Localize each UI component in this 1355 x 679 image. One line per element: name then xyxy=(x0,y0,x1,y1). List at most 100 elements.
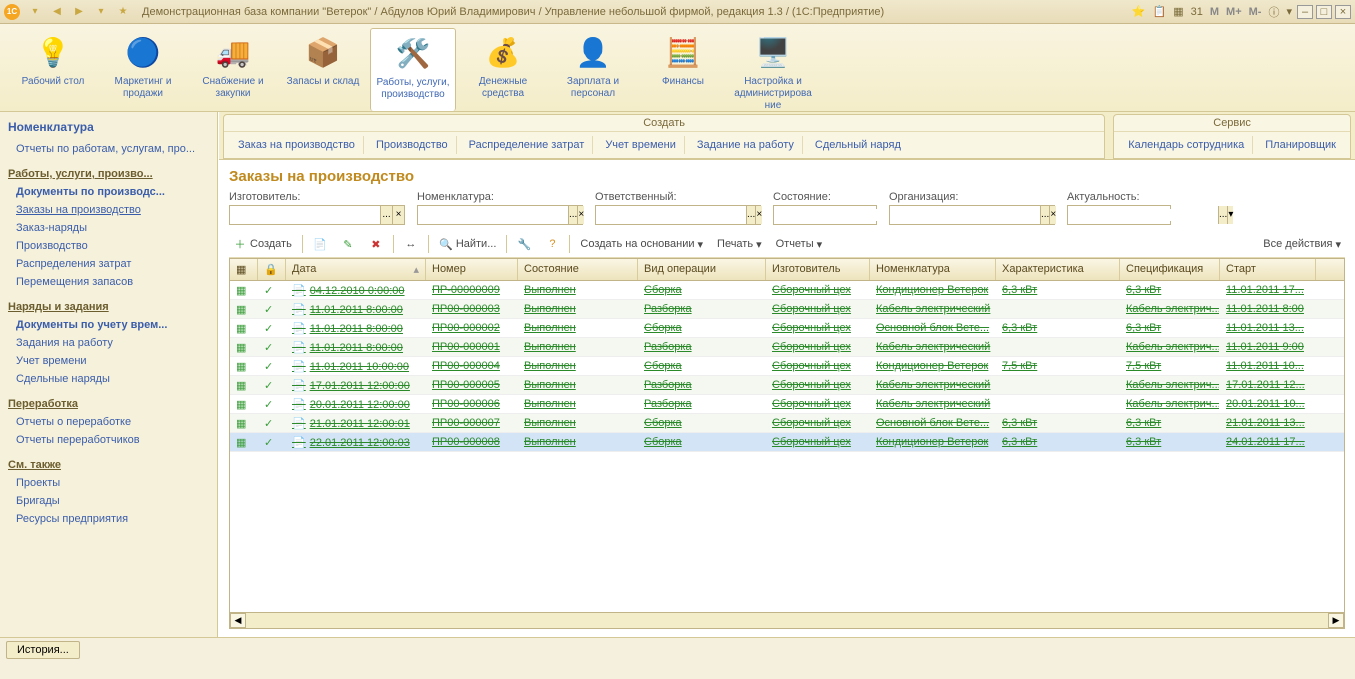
sec-tab-0-3[interactable]: Учет времени xyxy=(597,136,685,154)
sidebar-item-3-0[interactable]: Проекты xyxy=(8,474,209,492)
info-dropdown[interactable]: ▾ xyxy=(1284,5,1294,18)
grid-col-header-8[interactable]: Характеристика xyxy=(996,259,1120,280)
filter-input[interactable] xyxy=(418,209,568,221)
filter-clear[interactable]: × xyxy=(577,206,584,224)
filter-select[interactable]: ... xyxy=(380,206,392,224)
sidebar-group-title-2[interactable]: Переработка xyxy=(8,398,209,410)
table-row[interactable]: ▦ ✓ 📄11.01.2011 8:00:00 ПР00-000001 Выпо… xyxy=(230,338,1344,357)
table-row[interactable]: ▦ ✓ 📄21.01.2011 12:00:01 ПР00-000007 Вып… xyxy=(230,414,1344,433)
table-row[interactable]: ▦ ✓ 📄20.01.2011 12:00:00 ПР00-000006 Вып… xyxy=(230,395,1344,414)
filter-combo[interactable]: ... × xyxy=(229,205,405,225)
filter-combo[interactable]: ... ▾ xyxy=(1067,205,1171,225)
sec-tab-0-1[interactable]: Производство xyxy=(368,136,457,154)
calc-icon[interactable]: ▦ xyxy=(1171,5,1185,18)
filter-select[interactable]: ... xyxy=(1218,206,1227,224)
filter-combo[interactable]: ... × xyxy=(595,205,761,225)
sidebar-item-1-0[interactable]: Документы по учету врем... xyxy=(8,316,209,334)
filter-select[interactable]: ... xyxy=(1040,206,1049,224)
main-nav-2[interactable]: 🚚Снабжение и закупки xyxy=(190,28,276,111)
sidebar-item-0-0[interactable]: Документы по производс... xyxy=(8,183,209,201)
sec-tab-1-1[interactable]: Планировщик xyxy=(1257,136,1344,154)
grid-col-header-10[interactable]: Старт xyxy=(1220,259,1316,280)
sidebar-item-0-1[interactable]: Заказы на производство xyxy=(8,201,209,219)
fav-add-icon[interactable]: ⭐ xyxy=(1130,5,1148,18)
filter-combo[interactable]: ... × xyxy=(889,205,1055,225)
filter-combo[interactable]: ... × xyxy=(773,205,877,225)
find-button[interactable]: 🔍Найти... xyxy=(435,235,501,253)
minimize-button[interactable]: – xyxy=(1297,5,1313,19)
main-nav-6[interactable]: 👤Зарплата и персонал xyxy=(550,28,636,111)
sidebar-item-0-2[interactable]: Заказ-наряды xyxy=(8,219,209,237)
grid-col-header-9[interactable]: Спецификация xyxy=(1120,259,1220,280)
grid-horizontal-scrollbar[interactable]: ◀ ▶ xyxy=(230,612,1344,628)
filter-input[interactable] xyxy=(230,209,380,221)
reports-button[interactable]: Отчеты ▾ xyxy=(772,236,827,253)
main-nav-8[interactable]: 🖥️Настройка и администрирование xyxy=(730,28,816,111)
main-nav-7[interactable]: 🧮Финансы xyxy=(640,28,726,111)
sidebar-item-0-3[interactable]: Производство xyxy=(8,237,209,255)
copy-button[interactable]: 📄 xyxy=(309,235,331,253)
sidebar-item-1-2[interactable]: Учет времени xyxy=(8,352,209,370)
table-row[interactable]: ▦ ✓ 📄22.01.2011 12:00:03 ПР00-000008 Вып… xyxy=(230,433,1344,452)
table-row[interactable]: ▦ ✓ 📄17.01.2011 12:00:00 ПР00-000005 Вып… xyxy=(230,376,1344,395)
main-nav-4[interactable]: 🛠️Работы, услуги, производство xyxy=(370,28,456,111)
m-plus-button[interactable]: M+ xyxy=(1224,6,1244,18)
delete-button[interactable]: ✖ xyxy=(365,235,387,253)
filter-dropdown[interactable]: ▾ xyxy=(1227,206,1233,224)
sidebar-panel-title[interactable]: Номенклатура xyxy=(8,120,209,134)
sec-tab-1-0[interactable]: Календарь сотрудника xyxy=(1120,136,1253,154)
swap-button[interactable]: ↔ xyxy=(400,235,422,253)
sidebar-item-1-3[interactable]: Сдельные наряды xyxy=(8,370,209,388)
grid-body[interactable]: ▦ ✓ 📄04.12.2010 0:00:00 ПР-00000009 Выпо… xyxy=(230,281,1344,612)
grid-col-header-3[interactable]: Номер xyxy=(426,259,518,280)
filter-clear[interactable]: × xyxy=(755,206,762,224)
sidebar-reports-link[interactable]: Отчеты по работам, услугам, про... xyxy=(8,140,209,158)
m-minus-button[interactable]: M- xyxy=(1247,6,1264,18)
print-button[interactable]: Печать ▾ xyxy=(713,236,766,253)
settings-button[interactable]: 🔧 xyxy=(513,235,535,253)
table-row[interactable]: ▦ ✓ 📄11.01.2011 8:00:00 ПР00-000002 Выпо… xyxy=(230,319,1344,338)
scroll-left-button[interactable]: ◀ xyxy=(230,613,246,628)
table-row[interactable]: ▦ ✓ 📄04.12.2010 0:00:00 ПР-00000009 Выпо… xyxy=(230,281,1344,300)
grid-col-header-7[interactable]: Номенклатура xyxy=(870,259,996,280)
info-icon[interactable]: ⓘ xyxy=(1266,4,1281,20)
sec-tab-0-5[interactable]: Сдельный наряд xyxy=(807,136,909,154)
create-based-button[interactable]: Создать на основании ▾ xyxy=(576,236,707,253)
scroll-right-button[interactable]: ▶ xyxy=(1328,613,1344,628)
sec-tab-0-0[interactable]: Заказ на производство xyxy=(230,136,364,154)
grid-col-header-0[interactable]: ▦ xyxy=(230,259,258,280)
main-nav-0[interactable]: 💡Рабочий стол xyxy=(10,28,96,111)
main-nav-3[interactable]: 📦Запасы и склад xyxy=(280,28,366,111)
dropdown-icon[interactable]: ▾ xyxy=(25,3,45,21)
close-button[interactable]: × xyxy=(1335,5,1351,19)
sidebar-item-3-1[interactable]: Бригады xyxy=(8,492,209,510)
sidebar-item-0-4[interactable]: Распределения затрат xyxy=(8,255,209,273)
clipboard-icon[interactable]: 📋 xyxy=(1151,5,1169,18)
favorite-star-icon[interactable]: ★ xyxy=(113,3,133,21)
table-row[interactable]: ▦ ✓ 📄11.01.2011 8:00:00 ПР00-000003 Выпо… xyxy=(230,300,1344,319)
sidebar-item-2-1[interactable]: Отчеты переработчиков xyxy=(8,431,209,449)
table-row[interactable]: ▦ ✓ 📄11.01.2011 10:00:00 ПР00-000004 Вып… xyxy=(230,357,1344,376)
main-nav-1[interactable]: 🔵Маркетинг и продажи xyxy=(100,28,186,111)
nav-back-button[interactable]: ◀ xyxy=(47,3,67,21)
sidebar-group-title-3[interactable]: См. также xyxy=(8,459,209,471)
create-button[interactable]: ＋Создать xyxy=(229,235,296,253)
grid-col-header-5[interactable]: Вид операции xyxy=(638,259,766,280)
grid-col-header-1[interactable]: 🔒 xyxy=(258,259,286,280)
help-button[interactable]: ? xyxy=(541,235,563,253)
grid-col-header-2[interactable]: Дата ▴ xyxy=(286,259,426,280)
nav-dropdown-button[interactable]: ▾ xyxy=(91,3,111,21)
filter-input[interactable] xyxy=(596,209,746,221)
main-nav-5[interactable]: 💰Денежные средства xyxy=(460,28,546,111)
m-button[interactable]: M xyxy=(1208,6,1221,18)
filter-select[interactable]: ... xyxy=(568,206,577,224)
filter-input[interactable] xyxy=(890,209,1040,221)
sidebar-group-title-0[interactable]: Работы, услуги, произво... xyxy=(8,168,209,180)
all-actions-button[interactable]: Все действия ▾ xyxy=(1259,236,1345,253)
edit-button[interactable]: ✎ xyxy=(337,235,359,253)
grid-col-header-6[interactable]: Изготовитель xyxy=(766,259,870,280)
sec-tab-0-4[interactable]: Задание на работу xyxy=(689,136,803,154)
maximize-button[interactable]: □ xyxy=(1316,5,1332,19)
filter-clear[interactable]: × xyxy=(392,206,404,224)
grid-col-header-4[interactable]: Состояние xyxy=(518,259,638,280)
